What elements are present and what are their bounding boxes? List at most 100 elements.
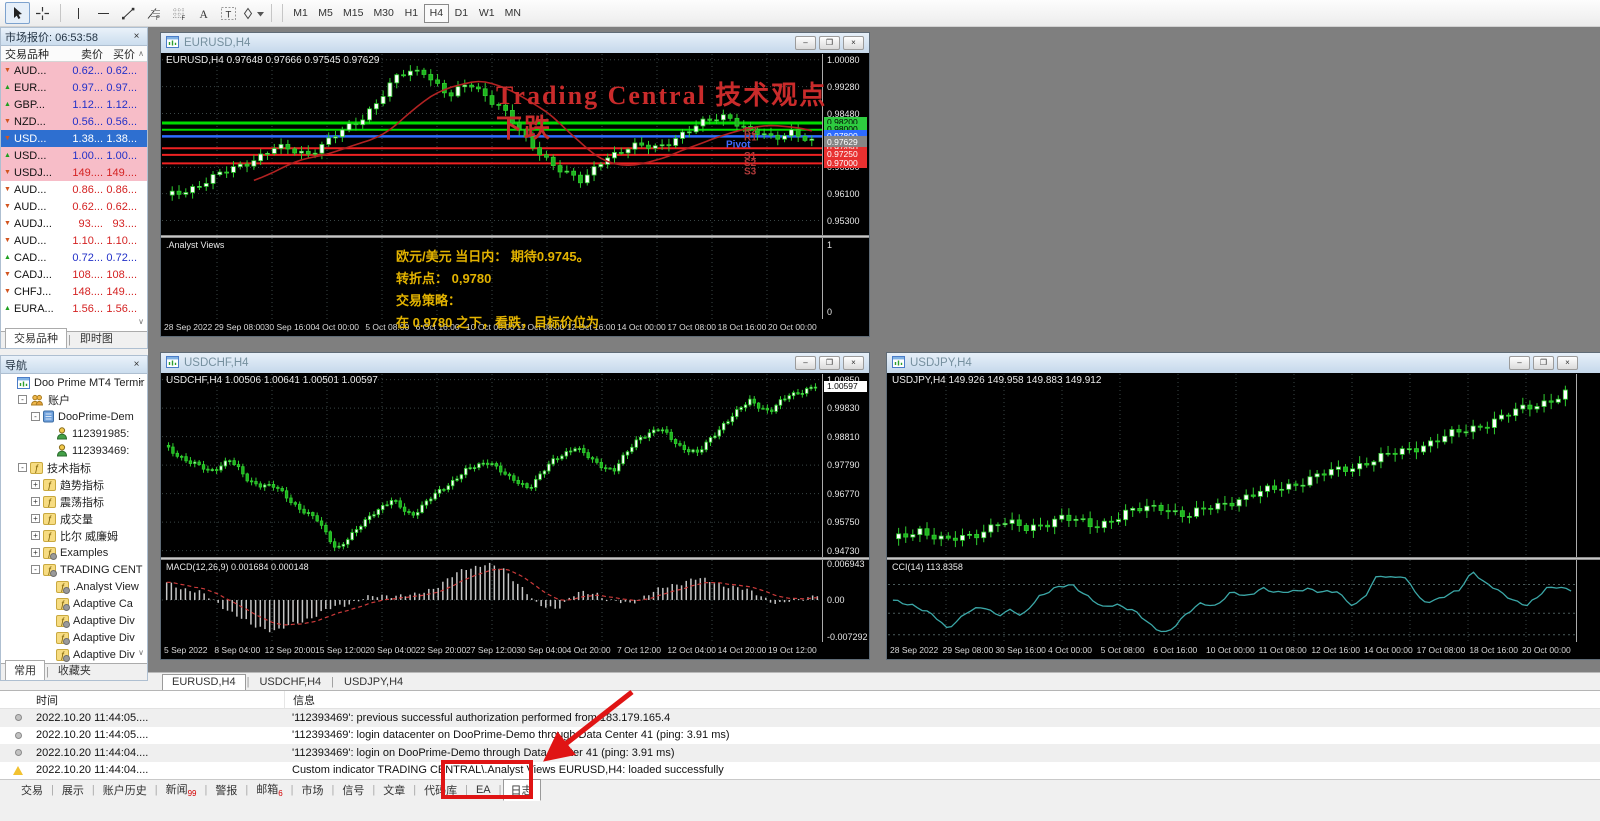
vline-tool-icon[interactable] <box>66 2 91 24</box>
text-a-tool-icon[interactable]: A <box>191 2 216 24</box>
market-watch-row[interactable]: ▼AUD...1.10...1.10... <box>1 232 147 249</box>
close-button[interactable]: × <box>1557 356 1578 370</box>
terminal-tab-6[interactable]: 邮箱6 <box>249 779 289 800</box>
navigator-titlebar[interactable]: 导航 × <box>1 356 147 374</box>
timeframe-m15[interactable]: M15 <box>338 4 368 23</box>
terminal-log-row[interactable]: 2022.10.20 11:44:05....'112393469': prev… <box>0 709 1600 727</box>
terminal-tab-7[interactable]: 市场 <box>295 780 331 800</box>
terminal-log-row[interactable]: 2022.10.20 11:44:05....'112393469': logi… <box>0 727 1600 745</box>
navigator-item[interactable]: ƒ.Analyst View <box>1 578 147 595</box>
market-watch-row[interactable]: ▼CHFJ...148....149.... <box>1 283 147 300</box>
timeframe-w1[interactable]: W1 <box>474 4 500 23</box>
scroll-up-icon[interactable]: ∧ <box>135 49 147 58</box>
close-button[interactable]: × <box>843 36 864 50</box>
navigator-item[interactable]: +ƒ成交量 <box>1 510 147 527</box>
navigator-item[interactable]: 112391985: <box>1 425 147 442</box>
expand-icon[interactable]: + <box>31 548 40 557</box>
chart-tab-usdchfh4[interactable]: USDCHF,H4 <box>250 675 330 690</box>
terminal-tab-10[interactable]: 代码库 <box>417 780 464 800</box>
minimize-button[interactable]: – <box>795 36 816 50</box>
terminal-log-row[interactable]: 2022.10.20 11:44:04....Custom indicator … <box>0 762 1600 780</box>
minimize-button[interactable]: – <box>795 356 816 370</box>
timeframe-d1[interactable]: D1 <box>449 4 474 23</box>
navigator-item[interactable]: ƒAdaptive Ca <box>1 595 147 612</box>
navigator-tab[interactable]: 收藏夹 <box>50 661 99 680</box>
navigator-item[interactable]: ƒAdaptive Div <box>1 629 147 646</box>
navigator-tab[interactable]: 常用 <box>5 660 45 680</box>
navigator-item[interactable]: -DooPrime-Dem <box>1 408 147 425</box>
pane-splitter[interactable] <box>887 557 1600 560</box>
market-watch-row[interactable]: ▲EUR...0.97...0.97... <box>1 79 147 96</box>
market-watch-titlebar[interactable]: 市场报价: 06:53:58 × <box>1 28 147 46</box>
column-ask[interactable]: 买价 <box>103 46 135 62</box>
market-watch-row[interactable]: ▲GBP...1.12...1.12... <box>1 96 147 113</box>
collapse-icon[interactable]: - <box>31 412 40 421</box>
market-watch-row[interactable]: ▼AUDJ...93....93.... <box>1 215 147 232</box>
column-symbol[interactable]: 交易品种 <box>1 46 61 62</box>
price-scale[interactable] <box>1576 374 1600 642</box>
terminal-tab-5[interactable]: 警报 <box>208 780 244 800</box>
trendline-tool-icon[interactable] <box>116 2 141 24</box>
column-time[interactable]: 时间 <box>36 692 284 708</box>
expand-icon[interactable]: + <box>31 514 40 523</box>
market-watch-row[interactable]: ▲USD...1.00...1.00... <box>1 147 147 164</box>
expand-icon[interactable]: + <box>31 531 40 540</box>
navigator-item[interactable]: 112393469: <box>1 442 147 459</box>
pane-splitter[interactable] <box>161 557 869 560</box>
price-scale[interactable]: 1.000800.992800.984800.968800.961000.953… <box>822 54 868 319</box>
restore-button[interactable]: ❐ <box>819 356 840 370</box>
market-watch-row[interactable]: ▼USDJ...149....149.... <box>1 164 147 181</box>
navigator-item[interactable]: ƒAdaptive Div <box>1 612 147 629</box>
market-watch-row[interactable]: ▲EURA...1.56...1.56... <box>1 300 147 317</box>
timeframe-m5[interactable]: M5 <box>313 4 338 23</box>
close-button[interactable]: × <box>843 356 864 370</box>
expand-icon[interactable]: + <box>31 497 40 506</box>
terminal-tab-4[interactable]: 新闻99 <box>159 779 204 800</box>
navigator-item[interactable]: -账户 <box>1 391 147 408</box>
collapse-icon[interactable]: - <box>18 463 27 472</box>
cursor-tool-icon[interactable] <box>5 2 30 24</box>
terminal-log-row[interactable]: 2022.10.20 11:44:04....'112393469': logi… <box>0 744 1600 762</box>
chart-tab-usdjpyh4[interactable]: USDJPY,H4 <box>335 675 412 690</box>
close-icon[interactable]: × <box>130 31 143 42</box>
restore-button[interactable]: ❐ <box>819 36 840 50</box>
terminal-tab-3[interactable]: 账户历史 <box>96 780 154 800</box>
market-watch-row[interactable]: ▼AUD...0.62...0.62... <box>1 62 147 79</box>
scroll-up-icon[interactable]: ∧ <box>138 378 144 387</box>
navigator-item[interactable]: +ƒExamples <box>1 544 147 561</box>
grid-tool-icon[interactable]: F <box>166 2 191 24</box>
time-axis[interactable]: 28 Sep 202229 Sep 08:0030 Sep 16:004 Oct… <box>888 642 1576 657</box>
expand-icon[interactable]: + <box>31 480 40 489</box>
shapes-tool-icon[interactable] <box>241 2 266 24</box>
column-message[interactable]: 信息 <box>284 691 1600 708</box>
chart-area-usdchf[interactable]: 5 Sep 20228 Sep 04:0012 Sep 20:0015 Sep … <box>161 373 869 659</box>
window-titlebar[interactable]: EURUSD,H4 – ❐ × <box>161 33 869 53</box>
collapse-icon[interactable]: - <box>31 565 40 574</box>
text-t-tool-icon[interactable]: T <box>216 2 241 24</box>
terminal-tab-2[interactable]: 展示 <box>55 780 91 800</box>
collapse-icon[interactable]: - <box>18 395 27 404</box>
terminal-tab-9[interactable]: 文章 <box>376 780 412 800</box>
navigator-item[interactable]: +ƒ趋势指标 <box>1 476 147 493</box>
navigator-item[interactable]: -ƒTRADING CENT <box>1 561 147 578</box>
hline-tool-icon[interactable] <box>91 2 116 24</box>
terminal-tab-11[interactable]: EA <box>469 782 498 798</box>
chart-area-eurusd[interactable]: R2R1PivotS1S2S328 Sep 202229 Sep 08:0030… <box>161 53 869 336</box>
navigator-item[interactable]: +ƒ震荡指标 <box>1 493 147 510</box>
chart-tab-eurusdh4[interactable]: EURUSD,H4 <box>162 674 246 690</box>
scroll-down-icon[interactable]: ∨ <box>138 648 144 657</box>
market-watch-row[interactable]: ▼AUD...0.86...0.86... <box>1 181 147 198</box>
minimize-button[interactable]: – <box>1509 356 1530 370</box>
market-watch-row[interactable]: ▼NZD...0.56...0.56... <box>1 113 147 130</box>
fibo-tool-icon[interactable]: F <box>141 2 166 24</box>
pane-splitter[interactable] <box>161 235 869 238</box>
navigator-item[interactable]: +ƒ比尔 威廉姆 <box>1 527 147 544</box>
timeframe-mn[interactable]: MN <box>500 4 526 23</box>
crosshair-tool-icon[interactable] <box>30 2 55 24</box>
column-bid[interactable]: 卖价 <box>61 46 103 62</box>
scroll-down-icon[interactable]: ∨ <box>138 317 144 326</box>
timeframe-m30[interactable]: M30 <box>368 4 398 23</box>
close-icon[interactable]: × <box>130 359 143 370</box>
time-axis[interactable]: 5 Sep 20228 Sep 04:0012 Sep 20:0015 Sep … <box>162 642 822 657</box>
market-watch-row[interactable]: ▼CADJ...108....108.... <box>1 266 147 283</box>
